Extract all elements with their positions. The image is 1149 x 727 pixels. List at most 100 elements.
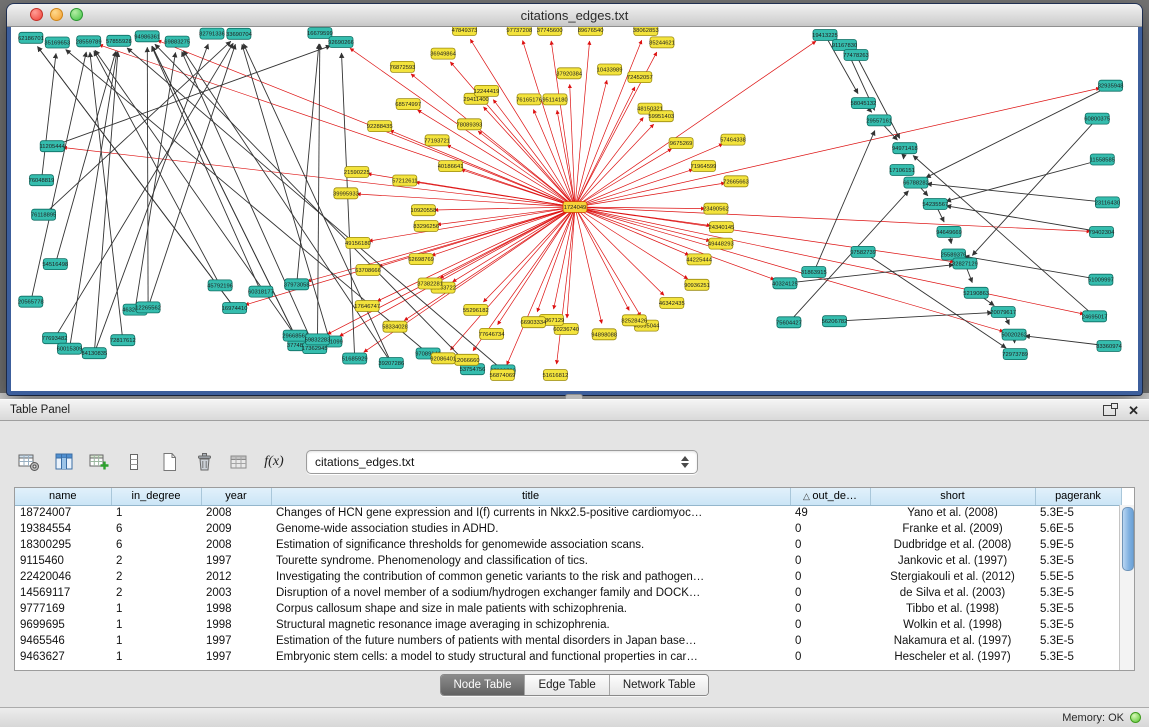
graph-edge[interactable] — [575, 207, 688, 279]
graph-node[interactable]: 16974410 — [222, 303, 248, 314]
graph-node[interactable]: 76118895 — [31, 209, 56, 220]
cell-short[interactable]: Nakamura et al. (1997) — [870, 633, 1035, 649]
delete-icon[interactable] — [191, 449, 217, 475]
table-row[interactable]: 1456911722003Disruption of a novel membe… — [15, 585, 1121, 601]
cell-short[interactable]: Wolkin et al. (1998) — [870, 617, 1035, 633]
graph-edge[interactable] — [835, 313, 993, 322]
graph-node[interactable]: 94971418 — [892, 143, 918, 154]
cell-short[interactable]: Tibbo et al. (1998) — [870, 601, 1035, 617]
graph-node[interactable]: 71964599 — [691, 161, 717, 172]
graph-node[interactable]: 11205444 — [40, 141, 66, 152]
cell-in_degree[interactable]: 1 — [111, 649, 201, 665]
column-header-pagerank[interactable]: pagerank — [1035, 488, 1121, 505]
cell-name[interactable]: 22420046 — [15, 569, 111, 585]
cell-in_degree[interactable]: 1 — [111, 617, 201, 633]
graph-node[interactable]: 57855928 — [106, 35, 132, 46]
graph-node[interactable]: 39207286 — [378, 358, 404, 369]
graph-edge[interactable] — [523, 41, 575, 208]
graph-node[interactable]: 49156180 — [345, 237, 371, 248]
graph-node[interactable]: 66903334 — [521, 317, 548, 328]
cell-title[interactable]: Structural magnetic resonance image aver… — [271, 617, 790, 633]
cell-in_degree[interactable]: 1 — [111, 633, 201, 649]
float-panel-icon[interactable] — [1103, 405, 1116, 416]
cell-pagerank[interactable]: 5.3E-5 — [1035, 553, 1121, 569]
graph-node[interactable]: 11558585 — [1090, 154, 1115, 165]
cell-name[interactable]: 9115460 — [15, 553, 111, 569]
cell-in_degree[interactable]: 1 — [111, 505, 201, 521]
zoom-window-button[interactable] — [70, 8, 83, 21]
cell-year[interactable]: 2008 — [201, 505, 271, 521]
graph-node[interactable]: 82528426 — [621, 315, 647, 326]
graph-node[interactable]: 36949864 — [430, 48, 457, 59]
show-columns-icon[interactable] — [51, 449, 77, 475]
graph-node[interactable]: 72665663 — [723, 176, 749, 187]
cell-title[interactable]: Tourette syndrome. Phenomenology and cla… — [271, 553, 790, 569]
cell-title[interactable]: Estimation of significance thresholds fo… — [271, 537, 790, 553]
graph-node[interactable]: 33690704 — [226, 28, 253, 39]
graph-node[interactable]: 57464338 — [720, 134, 746, 145]
graph-node[interactable]: 9675269 — [669, 138, 693, 149]
network-graph-canvas[interactable]: 6218670135169653285597895785592894986361… — [11, 27, 1138, 391]
graph-edge[interactable] — [964, 256, 1101, 279]
graph-edge[interactable] — [99, 45, 575, 207]
table-selector-dropdown[interactable]: citations_edges.txt — [306, 450, 698, 474]
graph-node[interactable]: 23116430 — [1095, 197, 1120, 208]
graph-edge[interactable] — [94, 52, 118, 353]
graph-node[interactable]: 46342435 — [659, 298, 685, 309]
graph-node[interactable]: 1724049 — [563, 202, 587, 213]
window-titlebar[interactable]: citations_edges.txt — [7, 4, 1142, 27]
graph-node[interactable]: 12244419 — [474, 85, 500, 96]
table-row[interactable]: 946554611997Estimation of the future num… — [15, 633, 1121, 649]
cell-out_degree[interactable]: 0 — [790, 569, 870, 585]
graph-node[interactable]: 77693482 — [42, 333, 68, 344]
graph-node[interactable]: 16679599 — [307, 28, 333, 39]
table-row[interactable]: 1938455462009Genome-wide association stu… — [15, 521, 1121, 537]
graph-edge[interactable] — [55, 51, 116, 264]
graph-node[interactable]: 76048819 — [29, 175, 55, 186]
cell-year[interactable]: 1998 — [201, 617, 271, 633]
graph-edge[interactable] — [147, 47, 148, 307]
graph-edge[interactable] — [789, 191, 909, 322]
cell-year[interactable]: 1998 — [201, 601, 271, 617]
cell-out_degree[interactable]: 0 — [790, 649, 870, 665]
minimize-window-button[interactable] — [50, 8, 63, 21]
cell-name[interactable]: 18300295 — [15, 537, 111, 553]
cell-name[interactable]: 9777169 — [15, 601, 111, 617]
graph-node[interactable]: 63708666 — [355, 265, 381, 276]
cell-short[interactable]: Franke et al. (2009) — [870, 521, 1035, 537]
cell-short[interactable]: Hescheler et al. (1997) — [870, 649, 1035, 665]
cell-out_degree[interactable]: 0 — [790, 553, 870, 569]
graph-node[interactable]: 54516498 — [42, 259, 68, 270]
cell-out_degree[interactable]: 0 — [790, 537, 870, 553]
scrollbar-thumb[interactable] — [1122, 507, 1134, 571]
cell-short[interactable]: Jankovic et al. (1997) — [870, 553, 1035, 569]
graph-node[interactable]: 17646747 — [354, 301, 380, 312]
cell-pagerank[interactable]: 5.3E-5 — [1035, 633, 1121, 649]
cell-pagerank[interactable]: 5.3E-5 — [1035, 505, 1121, 521]
graph-edge[interactable] — [135, 52, 175, 309]
graph-node[interactable]: 68574997 — [395, 99, 421, 110]
graph-node[interactable]: 77193721 — [424, 135, 450, 146]
cell-year[interactable]: 1997 — [201, 633, 271, 649]
cell-short[interactable]: de Silva et al. (2003) — [870, 585, 1035, 601]
graph-node[interactable]: 76165176 — [516, 94, 542, 105]
graph-edge[interactable] — [450, 62, 575, 207]
graph-node[interactable]: 97582739 — [850, 246, 876, 257]
graph-node[interactable]: 19413225 — [812, 30, 838, 41]
table-row[interactable]: 1830029562008Estimation of significance … — [15, 537, 1121, 553]
tab-edge-table[interactable]: Edge Table — [524, 675, 608, 695]
graph-edge[interactable] — [127, 48, 503, 370]
table-row[interactable]: 911546021997Tourette syndrome. Phenomeno… — [15, 553, 1121, 569]
cell-year[interactable]: 1997 — [201, 649, 271, 665]
cell-name[interactable]: 9465546 — [15, 633, 111, 649]
graph-node[interactable]: 37745600 — [537, 27, 563, 36]
graph-edge[interactable] — [575, 207, 629, 311]
graph-node[interactable]: 95114180 — [542, 94, 567, 105]
graph-node[interactable]: 35169653 — [44, 37, 70, 48]
cell-title[interactable]: Estimation of the future numbers of pati… — [271, 633, 790, 649]
graph-node[interactable]: 40324125 — [772, 278, 798, 289]
graph-node[interactable]: 10433989 — [597, 64, 623, 75]
graph-node[interactable]: 91167830 — [832, 40, 857, 51]
cell-year[interactable]: 1997 — [201, 553, 271, 569]
cell-out_degree[interactable]: 0 — [790, 521, 870, 537]
